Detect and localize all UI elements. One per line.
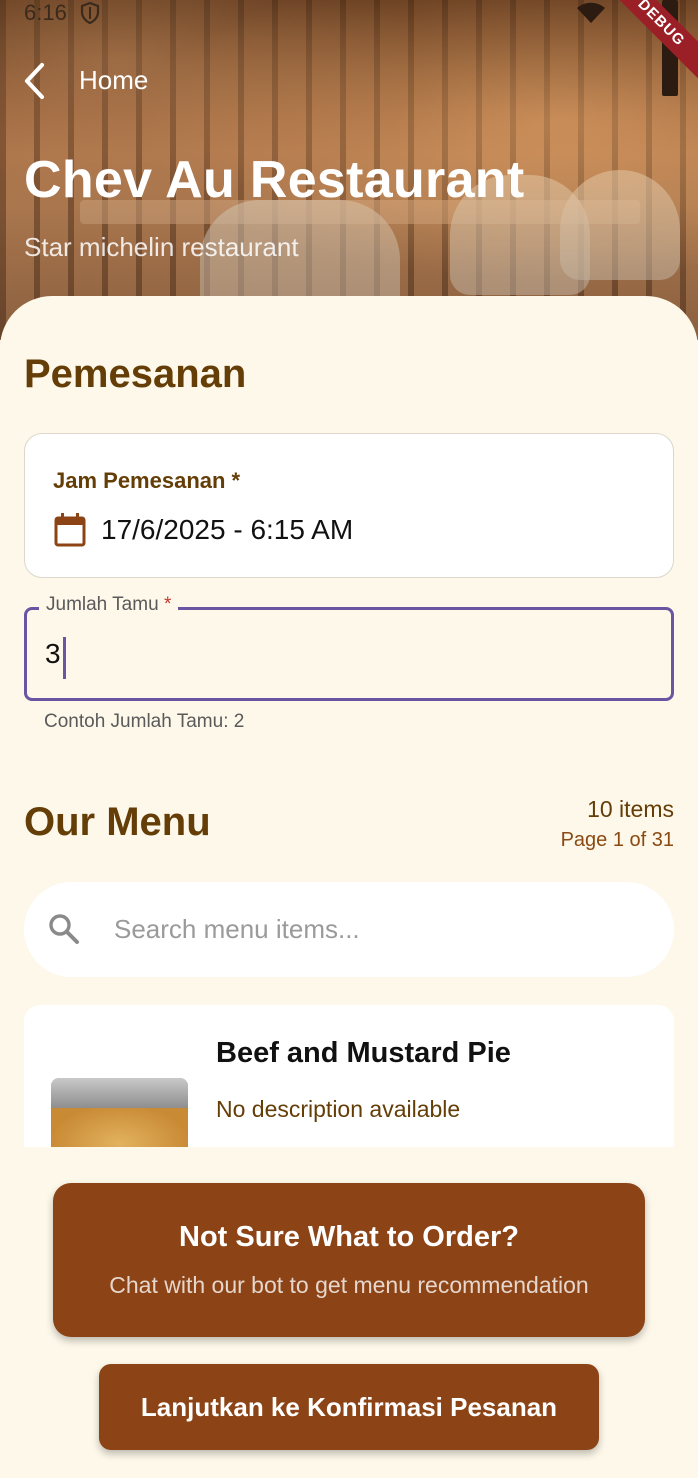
booking-time-field[interactable]: Jam Pemesanan * 17/6/2025 - 6:15 AM: [24, 433, 674, 578]
menu-section-title: Our Menu: [24, 800, 211, 844]
guest-count-field[interactable]: Jumlah Tamu *: [24, 594, 674, 701]
search-icon: [49, 914, 79, 944]
chatbot-card-title: Not Sure What to Order?: [179, 1221, 519, 1253]
status-bar: 6:16 DEBUG: [0, 0, 698, 96]
search-input[interactable]: [112, 906, 642, 952]
guest-count-label: Jumlah Tamu *: [39, 594, 179, 616]
booking-time-value: 17/6/2025 - 6:15 AM: [101, 514, 354, 545]
menu-search-bar[interactable]: [24, 882, 674, 977]
menu-item-description: No description available: [216, 1096, 461, 1122]
guest-count-helper: Contoh Jumlah Tamu: 2: [44, 711, 245, 732]
menu-item-count: 10 items: [587, 796, 674, 822]
back-arrow-icon[interactable]: [20, 62, 50, 100]
guest-count-label-text: Jumlah Tamu: [46, 594, 159, 615]
app-screen: 6:16 DEBUG Home Chev Au Restaurant Star …: [0, 0, 698, 1478]
app-bar: Home: [0, 56, 698, 106]
menu-item-name: Beef and Mustard Pie: [216, 1037, 511, 1069]
hero-banner: 6:16 DEBUG Home Chev Au Restaurant Star …: [0, 0, 698, 340]
back-label[interactable]: Home: [79, 65, 148, 96]
confirm-order-button[interactable]: Lanjutkan ke Konfirmasi Pesanan: [99, 1364, 599, 1450]
menu-page-info: Page 1 of 31: [560, 829, 674, 851]
restaurant-name: Chev Au Restaurant: [24, 151, 525, 209]
status-time: 6:16: [24, 0, 67, 25]
guest-count-input[interactable]: [45, 634, 645, 674]
shield-icon: [80, 2, 100, 24]
required-mark: *: [163, 594, 172, 615]
chatbot-card-subtitle: Chat with our bot to get menu recommenda…: [109, 1272, 589, 1298]
calendar-icon: [54, 513, 86, 547]
wifi-icon: [577, 2, 605, 23]
chatbot-recommendation-card[interactable]: Not Sure What to Order? Chat with our bo…: [53, 1183, 645, 1337]
restaurant-subtitle: Star michelin restaurant: [24, 232, 299, 262]
text-cursor: [63, 637, 66, 679]
booking-section-title: Pemesanan: [24, 352, 247, 396]
booking-time-label: Jam Pemesanan *: [53, 468, 241, 493]
menu-item-image-plate: [51, 1078, 188, 1108]
